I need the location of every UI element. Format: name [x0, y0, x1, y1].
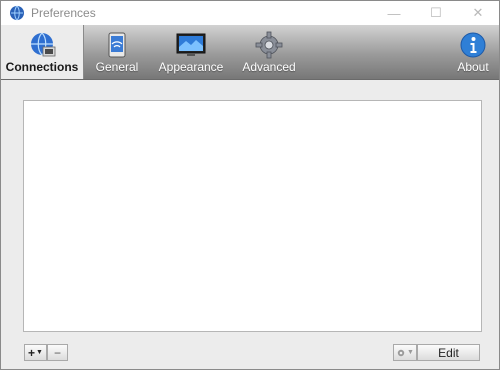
window-title: Preferences	[31, 6, 96, 20]
plus-icon: +	[28, 345, 36, 360]
tab-advanced[interactable]: Advanced	[237, 25, 301, 79]
tab-appearance[interactable]: Appearance	[153, 25, 229, 79]
tab-label: Appearance	[158, 60, 224, 74]
close-button[interactable]: ✕	[457, 1, 499, 25]
tab-connections[interactable]: Connections	[1, 25, 84, 79]
tab-general[interactable]: General	[89, 25, 145, 79]
connections-pane: + ▼ − ▼ Edit	[1, 81, 499, 369]
edit-button[interactable]: Edit	[417, 344, 480, 361]
remove-connection-button[interactable]: −	[47, 344, 68, 361]
globe-network-icon	[31, 32, 56, 57]
info-icon	[460, 32, 486, 58]
preferences-window: Preferences — ☐ ✕ Connections General Ap…	[0, 0, 500, 370]
title-bar: Preferences — ☐ ✕	[1, 1, 499, 25]
tab-label: Advanced	[242, 60, 296, 74]
tab-label: About	[457, 60, 489, 74]
dropdown-arrow-icon: ▼	[36, 349, 43, 356]
phone-signal-icon	[108, 32, 126, 58]
dropdown-arrow-icon: ▼	[407, 349, 414, 356]
tab-label: Connections	[5, 60, 79, 74]
window-controls: — ☐ ✕	[373, 1, 499, 25]
tab-about[interactable]: About	[451, 25, 495, 79]
minus-icon: −	[53, 345, 61, 360]
action-gear-button[interactable]: ▼	[393, 344, 417, 361]
maximize-button[interactable]: ☐	[415, 1, 457, 25]
minimize-button[interactable]: —	[373, 1, 415, 25]
gear-icon	[397, 349, 405, 356]
edit-button-label: Edit	[438, 345, 459, 360]
preferences-toolbar: Connections General Appearance Advanced …	[1, 25, 499, 80]
monitor-icon	[176, 33, 206, 56]
tab-label: General	[95, 60, 139, 74]
gear-icon	[255, 31, 283, 59]
connections-list[interactable]	[23, 100, 482, 332]
app-globe-icon	[10, 5, 24, 21]
add-connection-button[interactable]: + ▼	[24, 344, 47, 361]
